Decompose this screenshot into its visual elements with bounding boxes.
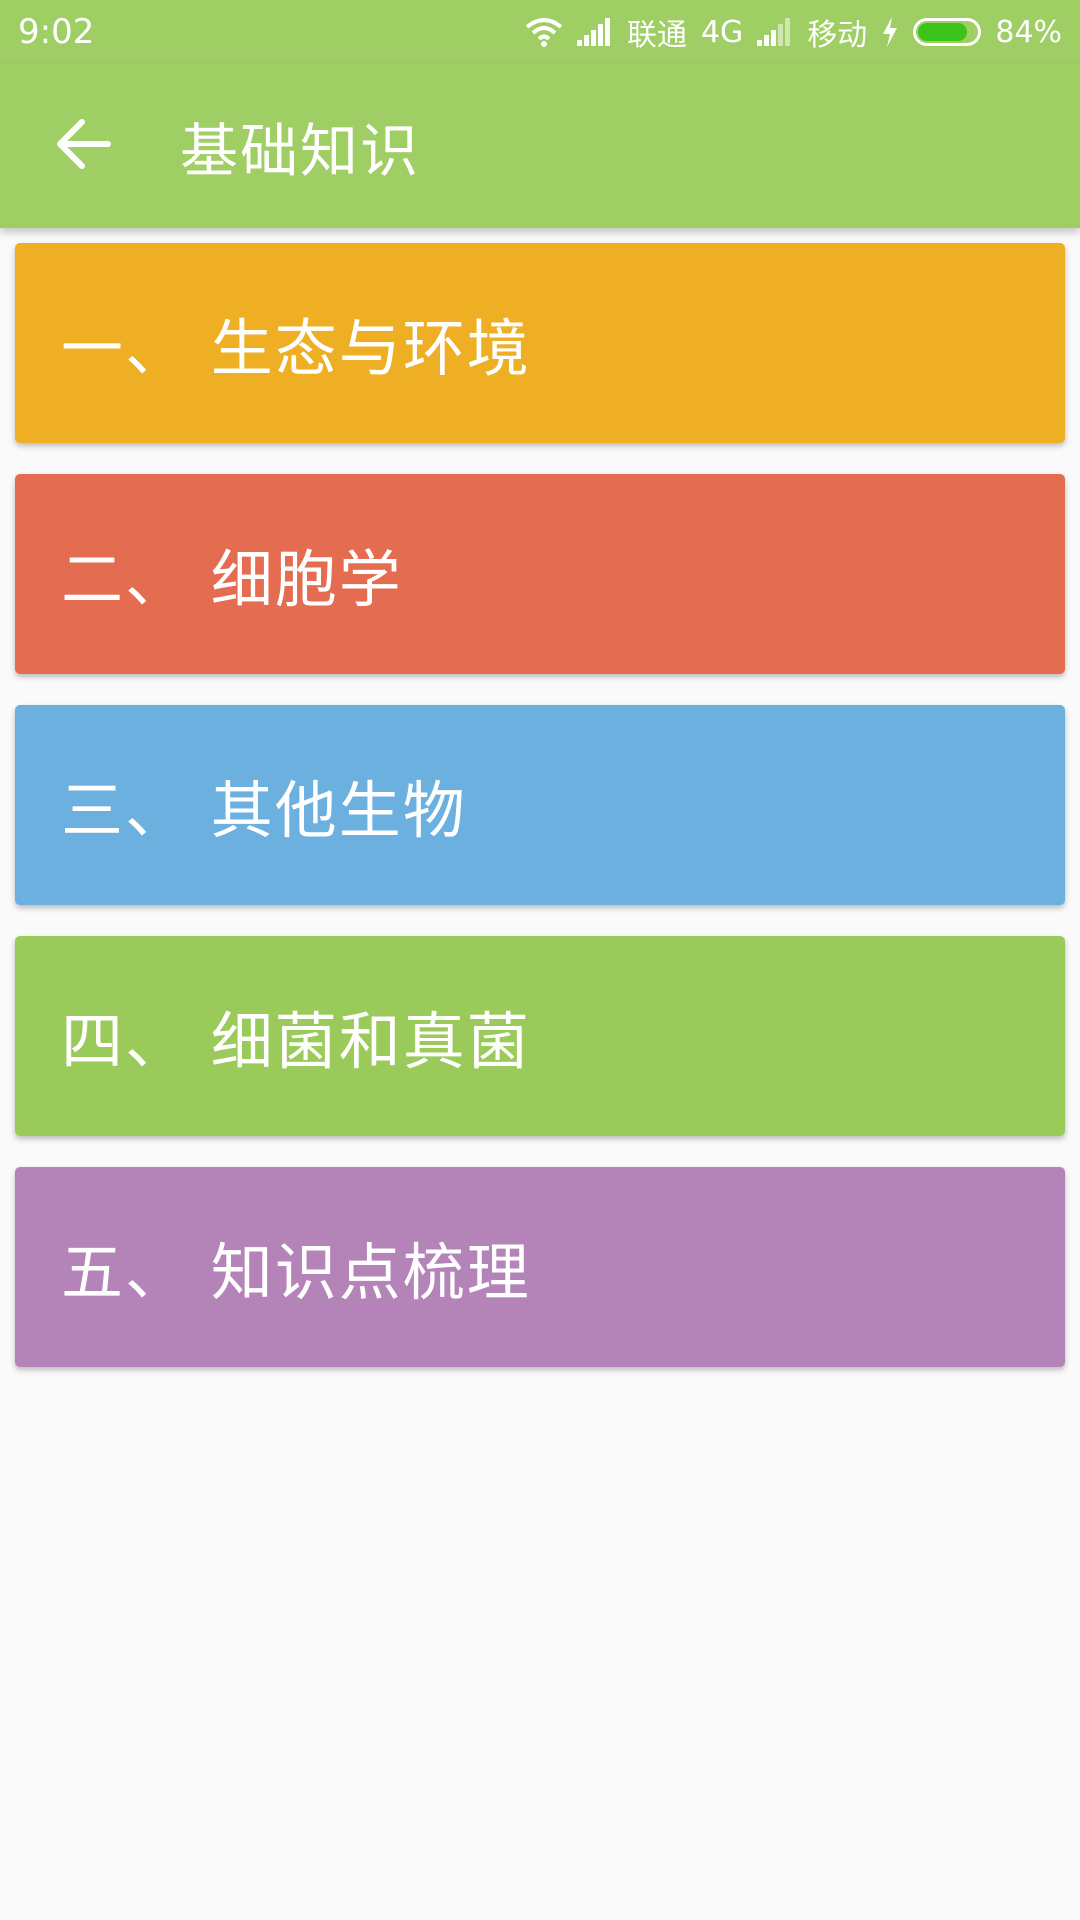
arrow-left-icon (56, 118, 112, 174)
status-time: 9:02 (18, 12, 95, 52)
battery-fill (918, 23, 968, 41)
wifi-icon (525, 17, 563, 47)
app-bar: 基础知识 (0, 64, 1080, 228)
topic-card-other-organisms[interactable]: 三、 其他生物 (15, 705, 1065, 905)
battery-percent: 84% (995, 14, 1062, 50)
page-title: 基础知识 (180, 117, 421, 185)
lightning-icon (881, 17, 899, 47)
topic-card-label: 一、 生态与环境 (61, 312, 531, 385)
topic-card-label: 二、 细胞学 (61, 543, 403, 616)
topic-card-bacteria-fungi[interactable]: 四、 细菌和真菌 (15, 936, 1065, 1136)
topic-card-knowledge-review[interactable]: 五、 知识点梳理 (15, 1167, 1065, 1367)
topic-list: 一、 生态与环境 二、 细胞学 三、 其他生物 四、 细菌和真菌 五、 知识点梳… (15, 243, 1065, 1398)
carrier-label-2: 移动 (807, 18, 868, 53)
topic-card-label: 四、 细菌和真菌 (61, 1005, 531, 1078)
network-type-label: 4G (700, 14, 744, 50)
signal-icon (576, 18, 613, 46)
topic-card-ecology[interactable]: 一、 生态与环境 (15, 243, 1065, 443)
signal-icon (757, 18, 793, 46)
screen: 9:02 联通 4G 移动 84% 基础知识 一、 生态与环境 二、 细胞学 三… (0, 0, 1080, 1920)
status-indicators: 联通 4G 移动 84% (525, 10, 1062, 54)
back-button[interactable] (34, 96, 134, 196)
topic-card-cytology[interactable]: 二、 细胞学 (15, 474, 1065, 674)
topic-card-label: 三、 其他生物 (61, 774, 467, 847)
carrier-label-1: 联通 (626, 18, 687, 53)
topic-card-label: 五、 知识点梳理 (61, 1236, 531, 1309)
battery-icon (913, 18, 982, 46)
status-bar: 9:02 联通 4G 移动 84% (0, 0, 1080, 64)
